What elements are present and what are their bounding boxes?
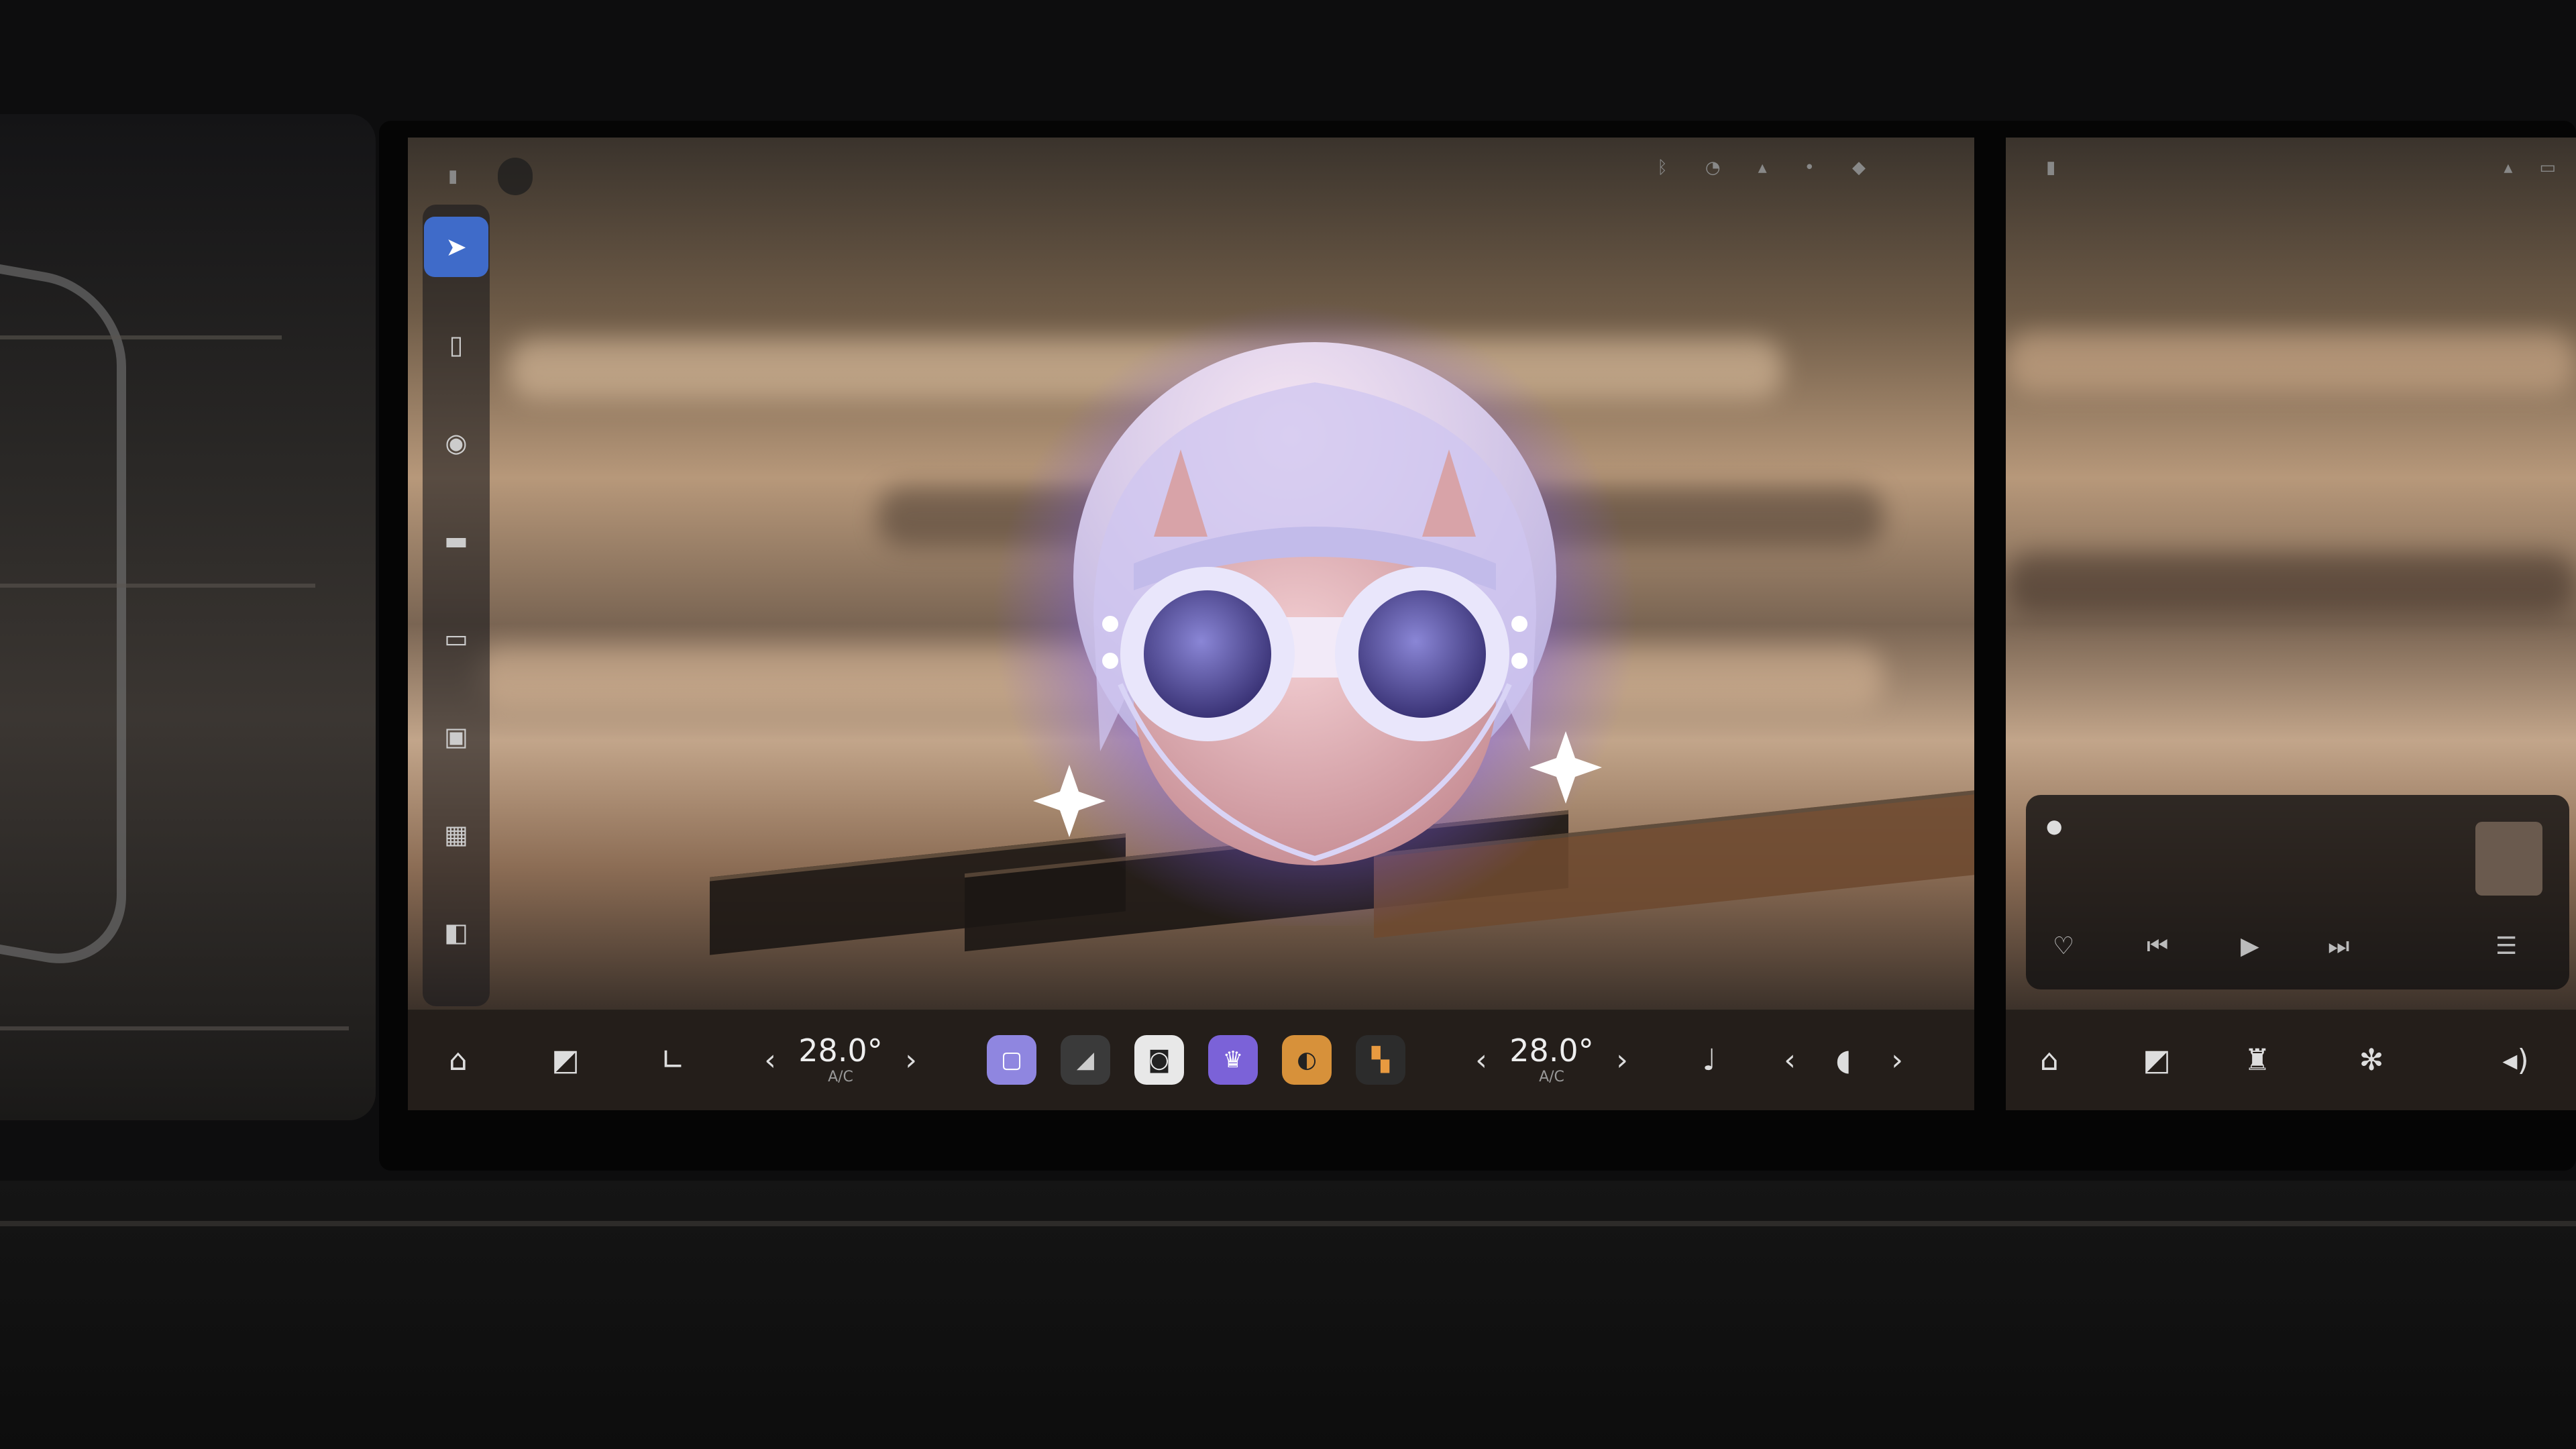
seat-icon[interactable]: ♜ [2227,1010,2288,1110]
camera-app-icon[interactable]: ◙ [1132,1010,1186,1110]
driver-temp-up-button[interactable]: › [891,1010,931,1110]
assistant-icon[interactable]: ◉ [424,413,488,473]
album-art [2475,822,2542,896]
volume-icon[interactable]: ◖ [1817,1010,1870,1110]
mic-icon: ◆ [1852,158,1866,178]
notes-app-icon[interactable]: ▢ [985,1010,1038,1110]
status-pill[interactable] [498,158,533,195]
bottom-dock: ⌂ ◩ ∟ ‹ 28.0° A/C › ▢ ◢ ◙ ♛ ◐ ▚ ‹ 28.0° A/… [408,1010,1974,1110]
side-status-bar: ▮ [2046,158,2055,178]
dash-trim [0,1026,349,1030]
earring [1102,616,1118,632]
driver-temp-value: 28.0° [798,1032,883,1069]
dash-trim [0,1221,2576,1226]
right-lens [1358,590,1486,718]
gallery-app-tile: ◢ [1061,1035,1110,1085]
bluetooth-icon: ᛒ [1657,158,1668,178]
status-bar-left: ▮ [448,158,533,195]
grid-app-icon[interactable]: ▚ [1354,1010,1407,1110]
notes-app-tile: ▢ [987,1035,1036,1085]
home-icon[interactable]: ⌂ [428,1010,488,1110]
navigation-icon[interactable]: ➤ [424,217,488,277]
location-icon: • [1804,158,1815,178]
passenger-temp-value: 28.0° [1509,1032,1594,1069]
apps-icon[interactable]: ◧ [424,902,488,963]
orange-app-tile: ◐ [1282,1035,1332,1085]
side-rail: ➤ ▯ ◉ ▬ ▭ ▣ ▦ ◧ [423,205,490,1006]
settings-icon[interactable]: ▦ [424,804,488,865]
passenger-display: ▮ ▴ ▭ ● ♡ ⏮ ▶ ⏭ ☰ ⌂ ◩ ♜ ✻ ◂) [2006,138,2576,1110]
air-vent [0,250,126,977]
volume-up-button[interactable]: › [1877,1010,1917,1110]
crown-app-icon[interactable]: ♛ [1206,1010,1260,1110]
car-status-icon[interactable]: ◩ [2127,1010,2187,1110]
driver-temp-down-button[interactable]: ‹ [750,1010,790,1110]
gallery-app-icon[interactable]: ◢ [1059,1010,1112,1110]
orange-app-icon[interactable]: ◐ [1280,1010,1334,1110]
motion-blur [2006,332,2576,392]
crown-app-tile: ♛ [1208,1035,1258,1085]
driver-temperature[interactable]: 28.0° A/C [790,1010,891,1110]
queue-icon[interactable]: ☰ [2496,932,2517,960]
side-dock: ⌂ ◩ ♜ ✻ ◂) [2006,1010,2576,1110]
dash-trim [0,584,315,588]
dashboard-bottom [0,1181,2576,1449]
media-source: ● [2046,815,2063,837]
signal-icon: ▴ [2504,158,2513,178]
earring [1102,653,1118,669]
passenger-temp-up-button[interactable]: › [1602,1010,1642,1110]
camera-icon[interactable]: ▣ [424,706,488,767]
earring [1511,653,1527,669]
previous-track-button[interactable]: ⏮ [2147,932,2168,961]
camera-app-tile: ◙ [1134,1035,1184,1085]
seat-icon[interactable]: ∟ [643,1010,703,1110]
side-status-right: ▴ ▭ [2504,158,2556,178]
car-icon[interactable]: ▭ [424,608,488,669]
lock-icon: ▮ [448,166,458,186]
left-lens [1144,590,1271,718]
wifi-icon: ◔ [1705,158,1721,178]
passenger-temp-label: A/C [1539,1069,1564,1085]
play-button[interactable]: ▶ [2241,932,2259,960]
phone-icon[interactable]: ▯ [424,315,488,375]
passenger-temp-down-button[interactable]: ‹ [1461,1010,1501,1110]
next-track-button[interactable]: ⏭ [2328,932,2349,961]
passenger-seat-icon[interactable]: ♩ [1682,1010,1736,1110]
media-icon[interactable]: ▬ [424,511,488,571]
favorite-icon[interactable]: ♡ [2053,932,2074,960]
battery-icon: ▭ [2539,158,2556,178]
volume-down-button[interactable]: ‹ [1770,1010,1810,1110]
volume-icon[interactable]: ◂) [2475,1010,2556,1110]
media-player-card[interactable]: ● ♡ ⏮ ▶ ⏭ ☰ [2026,795,2569,989]
signal-icon: ▴ [1758,158,1767,178]
ai-assistant-avatar[interactable] [979,282,1650,926]
home-icon[interactable]: ⌂ [2019,1010,2080,1110]
status-bar-right: ᛒ ◔ ▴ • ◆ [1657,158,1941,178]
motion-blur [2006,553,2576,614]
fan-icon[interactable]: ✻ [2341,1010,2402,1110]
car-status-icon[interactable]: ◩ [535,1010,596,1110]
lock-icon: ▮ [2046,158,2056,178]
earring [1511,616,1527,632]
grid-app-tile: ▚ [1356,1035,1405,1085]
dash-trim [0,335,282,339]
passenger-temperature[interactable]: 28.0° A/C [1501,1010,1602,1110]
driver-temp-label: A/C [828,1069,853,1085]
dashboard-left-panel [0,114,376,1120]
